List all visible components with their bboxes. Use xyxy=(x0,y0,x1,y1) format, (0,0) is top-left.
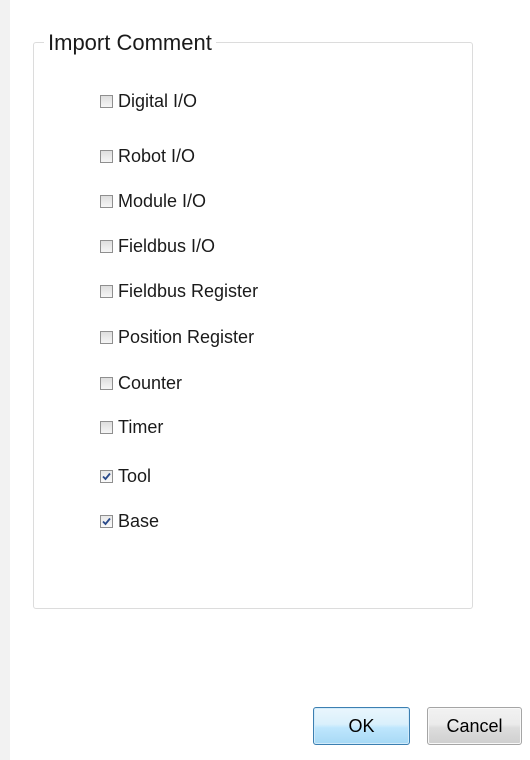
checkbox[interactable] xyxy=(100,239,113,253)
option-label: Position Register xyxy=(118,327,255,347)
option-fieldbus-io[interactable]: Fieldbus I/O xyxy=(100,235,215,257)
group-title: Import Comment xyxy=(44,30,216,56)
option-label: Digital I/O xyxy=(118,91,198,111)
option-label: Module I/O xyxy=(118,191,207,211)
option-timer[interactable]: Timer xyxy=(100,416,163,438)
checkbox[interactable] xyxy=(100,149,113,163)
checkbox[interactable] xyxy=(100,514,113,528)
option-counter[interactable]: Counter xyxy=(100,372,182,394)
option-label: Base xyxy=(118,511,160,531)
checkmark-icon xyxy=(102,472,111,480)
checkmark-icon xyxy=(102,517,111,525)
cancel-button[interactable]: Cancel xyxy=(427,707,522,745)
option-base[interactable]: Base xyxy=(100,510,159,532)
checkbox[interactable] xyxy=(100,330,113,344)
option-module-io[interactable]: Module I/O xyxy=(100,190,206,212)
checkbox[interactable] xyxy=(100,420,113,434)
checkbox[interactable] xyxy=(100,376,113,390)
option-label: Fieldbus I/O xyxy=(118,236,216,256)
checkbox[interactable] xyxy=(100,194,113,208)
checkbox[interactable] xyxy=(100,284,113,298)
option-robot-io[interactable]: Robot I/O xyxy=(100,145,195,167)
option-label: Timer xyxy=(118,417,164,437)
option-digital-io[interactable]: Digital I/O xyxy=(100,90,197,112)
checkbox[interactable] xyxy=(100,469,113,483)
ok-button[interactable]: OK xyxy=(313,707,410,745)
option-label: Robot I/O xyxy=(118,146,196,166)
option-label: Tool xyxy=(118,466,152,486)
import-comment-dialog: Import Comment Digital I/O Robot I/O Mod… xyxy=(0,0,530,760)
option-tool[interactable]: Tool xyxy=(100,465,151,487)
option-label: Fieldbus Register xyxy=(118,281,259,301)
checkbox[interactable] xyxy=(100,94,113,108)
option-position-register[interactable]: Position Register xyxy=(100,326,254,348)
option-label: Counter xyxy=(118,373,183,393)
option-fieldbus-register[interactable]: Fieldbus Register xyxy=(100,280,258,302)
